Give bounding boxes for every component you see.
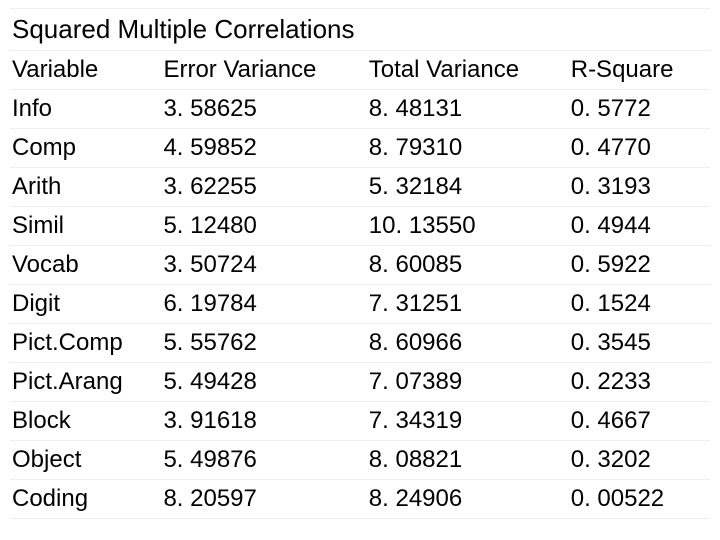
cell-error-variance: 3. 58625 (161, 90, 366, 129)
cell-error-variance: 5. 55762 (161, 324, 366, 363)
cell-total-variance: 10. 13550 (367, 207, 569, 246)
cell-total-variance: 7. 34319 (367, 402, 569, 441)
table-row: Coding 8. 20597 8. 24906 0. 00522 (10, 480, 710, 519)
cell-total-variance: 8. 48131 (367, 90, 569, 129)
cell-error-variance: 3. 91618 (161, 402, 366, 441)
cell-variable: Vocab (10, 246, 161, 285)
cell-total-variance: 8. 79310 (367, 129, 569, 168)
cell-error-variance: 5. 49876 (161, 441, 366, 480)
cell-error-variance: 4. 59852 (161, 129, 366, 168)
table-title: Squared Multiple Correlations (10, 9, 710, 51)
table-row: Simil 5. 12480 10. 13550 0. 4944 (10, 207, 710, 246)
correlations-table: Squared Multiple Correlations Variable E… (10, 8, 710, 519)
cell-variable: Comp (10, 129, 161, 168)
title-row: Squared Multiple Correlations (10, 9, 710, 51)
cell-total-variance: 8. 60085 (367, 246, 569, 285)
cell-r-square: 0. 4770 (569, 129, 710, 168)
table-row: Pict.Comp 5. 55762 8. 60966 0. 3545 (10, 324, 710, 363)
cell-r-square: 0. 2233 (569, 363, 710, 402)
cell-total-variance: 8. 60966 (367, 324, 569, 363)
cell-variable: Info (10, 90, 161, 129)
cell-variable: Coding (10, 480, 161, 519)
table-row: Arith 3. 62255 5. 32184 0. 3193 (10, 168, 710, 207)
table-row: Vocab 3. 50724 8. 60085 0. 5922 (10, 246, 710, 285)
header-r-square: R-Square (569, 51, 710, 90)
cell-error-variance: 5. 49428 (161, 363, 366, 402)
cell-total-variance: 5. 32184 (367, 168, 569, 207)
header-variable: Variable (10, 51, 161, 90)
table-row: Object 5. 49876 8. 08821 0. 3202 (10, 441, 710, 480)
cell-error-variance: 3. 62255 (161, 168, 366, 207)
cell-r-square: 0. 4944 (569, 207, 710, 246)
cell-variable: Simil (10, 207, 161, 246)
cell-r-square: 0. 1524 (569, 285, 710, 324)
table-row: Info 3. 58625 8. 48131 0. 5772 (10, 90, 710, 129)
cell-variable: Pict.Comp (10, 324, 161, 363)
table-row: Digit 6. 19784 7. 31251 0. 1524 (10, 285, 710, 324)
cell-error-variance: 6. 19784 (161, 285, 366, 324)
header-row: Variable Error Variance Total Variance R… (10, 51, 710, 90)
cell-r-square: 0. 3202 (569, 441, 710, 480)
cell-variable: Arith (10, 168, 161, 207)
cell-r-square: 0. 5772 (569, 90, 710, 129)
cell-error-variance: 8. 20597 (161, 480, 366, 519)
table-row: Pict.Arang 5. 49428 7. 07389 0. 2233 (10, 363, 710, 402)
cell-total-variance: 7. 31251 (367, 285, 569, 324)
header-error-variance: Error Variance (161, 51, 366, 90)
cell-total-variance: 8. 08821 (367, 441, 569, 480)
cell-r-square: 0. 3545 (569, 324, 710, 363)
cell-variable: Block (10, 402, 161, 441)
table-row: Comp 4. 59852 8. 79310 0. 4770 (10, 129, 710, 168)
cell-r-square: 0. 3193 (569, 168, 710, 207)
cell-r-square: 0. 5922 (569, 246, 710, 285)
cell-error-variance: 3. 50724 (161, 246, 366, 285)
cell-variable: Digit (10, 285, 161, 324)
header-total-variance: Total Variance (367, 51, 569, 90)
cell-r-square: 0. 00522 (569, 480, 710, 519)
cell-total-variance: 7. 07389 (367, 363, 569, 402)
cell-variable: Object (10, 441, 161, 480)
cell-r-square: 0. 4667 (569, 402, 710, 441)
cell-variable: Pict.Arang (10, 363, 161, 402)
table-row: Block 3. 91618 7. 34319 0. 4667 (10, 402, 710, 441)
cell-error-variance: 5. 12480 (161, 207, 366, 246)
cell-total-variance: 8. 24906 (367, 480, 569, 519)
